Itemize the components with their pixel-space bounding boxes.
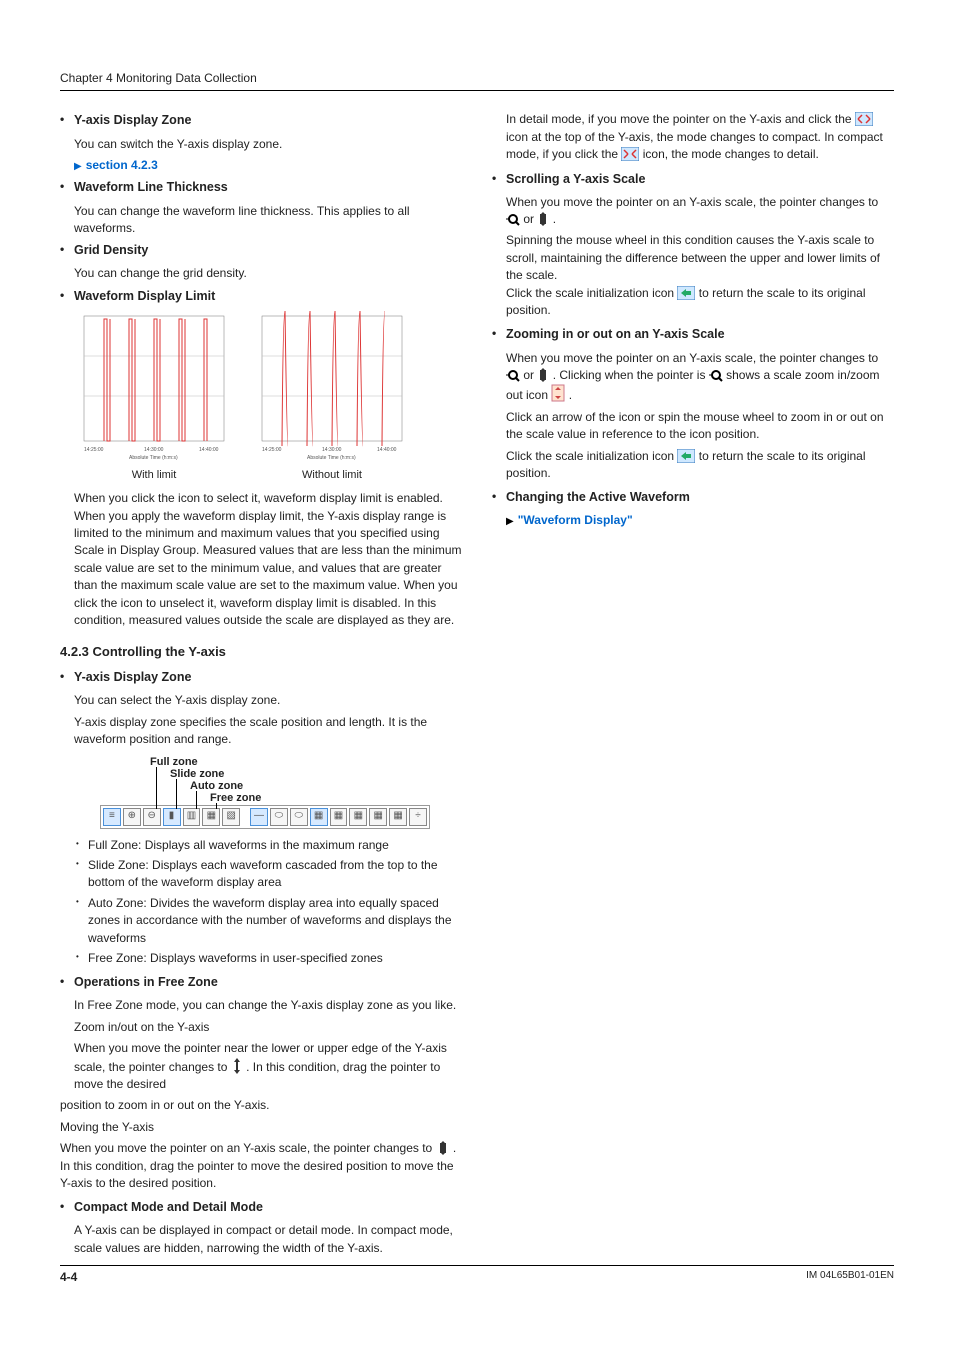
toolbar-slide-zone-button[interactable]: ▥ xyxy=(183,808,201,826)
resize-vertical-icon xyxy=(231,1058,243,1074)
chapter-header: Chapter 4 Monitoring Data Collection xyxy=(60,70,894,91)
toolbar-button[interactable]: ⊕ xyxy=(123,808,141,826)
list-item: Auto Zone: Divides the waveform display … xyxy=(74,895,462,947)
toolbar-button[interactable]: — xyxy=(250,808,268,826)
toolbar-free-zone-button[interactable]: ▧ xyxy=(222,808,240,826)
text: You can change the grid density. xyxy=(74,265,462,282)
label-free-zone: Free zone xyxy=(210,791,261,807)
heading: Grid Density xyxy=(74,241,462,259)
svg-text:14:25:00: 14:25:00 xyxy=(84,447,104,453)
item-scroll: Scrolling a Y-axis Scale xyxy=(492,170,894,188)
heading: Operations in Free Zone xyxy=(74,973,462,991)
text: You can select the Y-axis display zone. xyxy=(74,692,462,709)
item-compact: Compact Mode and Detail Mode xyxy=(60,1198,462,1216)
toolbar-button[interactable]: ▦ xyxy=(389,808,407,826)
item-yaxis-zone: Y-axis Display Zone xyxy=(60,111,462,129)
crossref-link[interactable]: ▶section 4.2.3 xyxy=(74,157,462,175)
heading: Changing the Active Waveform xyxy=(506,488,894,506)
zone-toolbar: ≡ ⊕ ⊖ ▮ ▥ ▦ ▧ — ⬭ ⬭ ▦ ▦ ▦ ▦ ▦ ÷ xyxy=(100,805,430,829)
text: Click the scale initialization icon to r… xyxy=(506,448,894,483)
toolbar-auto-zone-button[interactable]: ▦ xyxy=(202,808,220,826)
svg-text:Absolute Time (h:m:s): Absolute Time (h:m:s) xyxy=(129,455,178,461)
text: Spinning the mouse wheel in this conditi… xyxy=(506,232,894,319)
waveform-limit-figures: 14:25:00 14:30:00 14:40:00 Absolute Time… xyxy=(74,311,462,484)
svg-text:14:40:00: 14:40:00 xyxy=(377,447,397,453)
toolbar-button[interactable]: ≡ xyxy=(103,808,121,826)
text: When you move the pointer on an Y-axis s… xyxy=(506,194,894,229)
text: In detail mode, if you move the pointer … xyxy=(506,111,894,163)
heading: Waveform Display Limit xyxy=(74,287,462,305)
heading: Waveform Line Thickness xyxy=(74,178,462,196)
caption-without-limit: Without limit xyxy=(252,468,412,484)
heading: Compact Mode and Detail Mode xyxy=(74,1198,462,1216)
item-grid: Grid Density xyxy=(60,241,462,259)
text: position to zoom in or out on the Y-axis… xyxy=(60,1097,462,1114)
move-cursor-icon xyxy=(436,1141,450,1155)
heading: Scrolling a Y-axis Scale xyxy=(506,170,894,188)
list-item: Full Zone: Displays all waveforms in the… xyxy=(74,837,462,854)
svg-text:14:30:00: 14:30:00 xyxy=(144,447,164,453)
text: You can change the waveform line thickne… xyxy=(74,203,462,238)
toolbar-button[interactable]: ⊖ xyxy=(143,808,161,826)
text: Y-axis display zone specifies the scale … xyxy=(74,714,462,749)
magnifier-icon xyxy=(506,368,520,382)
doc-id: IM 04L65B01-01EN xyxy=(806,1269,894,1286)
item-active: Changing the Active Waveform xyxy=(492,488,894,506)
text: In Free Zone mode, you can change the Y-… xyxy=(74,997,462,1014)
chart-without-limit: 14:25:00 14:30:00 14:40:00 Absolute Time… xyxy=(252,311,412,461)
page-footer: 4-4 IM 04L65B01-01EN xyxy=(60,1265,894,1286)
zoom-in-out-icon xyxy=(551,384,565,402)
toolbar-button[interactable]: ▦ xyxy=(330,808,348,826)
text: When you click the icon to select it, wa… xyxy=(74,490,462,629)
item-ops-free: Operations in Free Zone xyxy=(60,973,462,991)
compact-mode-icon xyxy=(855,112,873,126)
heading: Zooming in or out on an Y-axis Scale xyxy=(506,325,894,343)
text: You can switch the Y-axis display zone. xyxy=(74,136,462,153)
caption-with-limit: With limit xyxy=(74,468,234,484)
page-number: 4-4 xyxy=(60,1269,77,1286)
toolbar-button[interactable]: ▦ xyxy=(310,808,328,826)
text: Zoom in/out on the Y-axis xyxy=(74,1019,462,1036)
toolbar-button[interactable]: ⬭ xyxy=(290,808,308,826)
text: Moving the Y-axis xyxy=(60,1119,462,1136)
svg-text:14:25:00: 14:25:00 xyxy=(262,447,282,453)
item-zoom: Zooming in or out on an Y-axis Scale xyxy=(492,325,894,343)
move-cursor-icon xyxy=(537,212,549,226)
toolbar-button[interactable]: ÷ xyxy=(409,808,427,826)
triangle-icon: ▶ xyxy=(74,161,82,172)
crossref-link[interactable]: ▶"Waveform Display" xyxy=(506,512,894,530)
text: When you move the pointer on an Y-axis s… xyxy=(506,350,894,405)
zone-toolbar-figure: Full zone Slide zone Auto zone Free zone… xyxy=(100,755,462,829)
heading: Y-axis Display Zone xyxy=(74,111,462,129)
item-yaxis-zone-2: Y-axis Display Zone xyxy=(60,668,462,686)
magnifier-icon xyxy=(709,368,723,382)
section-4-2-3: 4.2.3 Controlling the Y-axis xyxy=(60,643,462,662)
list-item: Slide Zone: Displays each waveform casca… xyxy=(74,857,462,892)
heading: Y-axis Display Zone xyxy=(74,668,462,686)
triangle-icon: ▶ xyxy=(506,516,514,527)
item-limit: Waveform Display Limit xyxy=(60,287,462,305)
toolbar-full-zone-button[interactable]: ▮ xyxy=(163,808,181,826)
magnifier-icon xyxy=(506,212,520,226)
chart-with-limit: 14:25:00 14:30:00 14:40:00 Absolute Time… xyxy=(74,311,234,461)
text: Click an arrow of the icon or spin the m… xyxy=(506,409,894,444)
text: A Y-axis can be displayed in compact or … xyxy=(74,1222,462,1257)
svg-text:14:40:00: 14:40:00 xyxy=(199,447,219,453)
toolbar-button[interactable]: ▦ xyxy=(369,808,387,826)
text: When you move the pointer near the lower… xyxy=(74,1040,462,1093)
list-item: Free Zone: Displays waveforms in user-sp… xyxy=(74,950,462,967)
toolbar-button[interactable]: ⬭ xyxy=(270,808,288,826)
toolbar-button[interactable]: ▦ xyxy=(349,808,367,826)
move-cursor-icon xyxy=(537,368,549,382)
svg-text:Absolute Time (h:m:s): Absolute Time (h:m:s) xyxy=(307,455,356,461)
svg-text:14:30:00: 14:30:00 xyxy=(322,447,342,453)
scale-init-icon xyxy=(677,286,695,300)
scale-init-icon xyxy=(677,449,695,463)
text: When you move the pointer on an Y-axis s… xyxy=(60,1140,462,1192)
item-thickness: Waveform Line Thickness xyxy=(60,178,462,196)
detail-mode-icon xyxy=(621,147,639,161)
